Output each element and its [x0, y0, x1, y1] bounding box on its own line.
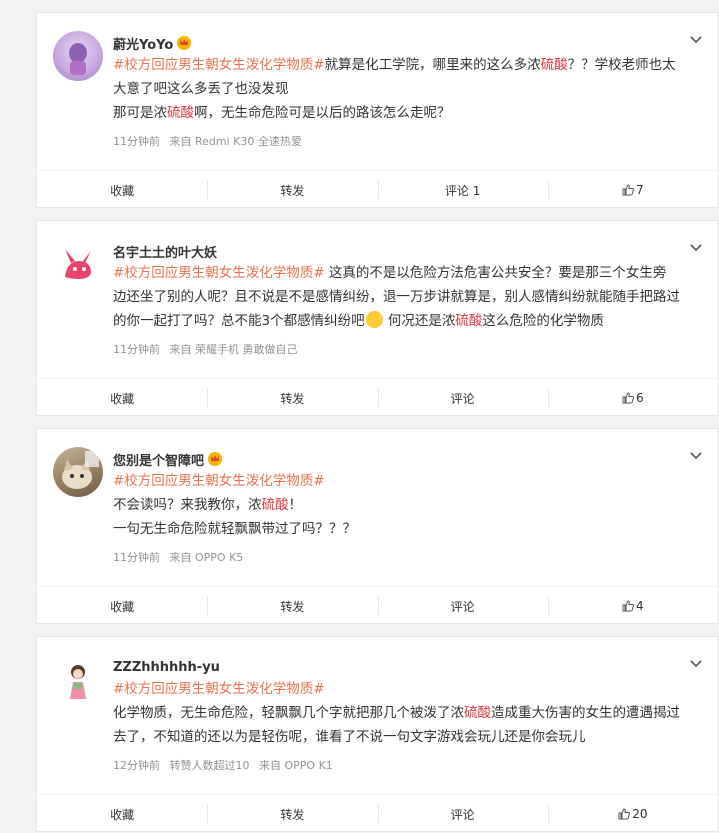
topic-hashtag[interactable]: #校方回应男生朝女生泼化学物质# [113, 469, 704, 493]
avatar-cat-icon [62, 451, 99, 489]
thumbs-up-icon [622, 392, 635, 404]
action-bar: 收藏 转发 评论 6 [37, 378, 718, 417]
action-bar: 收藏 转发 评论 20 [37, 794, 718, 833]
repost-button[interactable]: 转发 [207, 379, 377, 417]
source-label: 来自 荣耀手机 勇敢做自己 [169, 343, 298, 356]
repost-button[interactable]: 转发 [207, 587, 377, 625]
comment-text: #校方回应男生朝女生泼化学物质# 化学物质，无生命危险，轻飘飘几个字就把那几个被… [113, 677, 704, 749]
thumbs-up-icon [618, 808, 631, 820]
chevron-down-icon[interactable] [688, 33, 704, 49]
source-label: 来自 OPPO K1 [259, 759, 333, 772]
comment-card: ZZZhhhhhh-yu #校方回应男生朝女生泼化学物质# 化学物质，无生命危险… [36, 636, 719, 832]
keyword-highlight[interactable]: 硫酸 [262, 497, 289, 513]
like-count: 6 [636, 391, 644, 405]
text-segment: 那可是浓 [113, 105, 167, 121]
source-label: 来自 Redmi K30 全速热爱 [169, 135, 302, 148]
keyword-highlight[interactable]: 硫酸 [464, 705, 491, 721]
avatar[interactable] [53, 239, 103, 289]
action-bar: 收藏 转发 评论 4 [37, 586, 718, 625]
username-row: 名宇土土的叶大妖 [113, 241, 217, 261]
collect-button[interactable]: 收藏 [37, 587, 207, 625]
text-segment: 啊，无生命危险可是以后的路该怎么走呢？ [194, 105, 451, 121]
repost-button[interactable]: 转发 [207, 171, 377, 209]
thumbs-up-icon [622, 184, 635, 196]
action-bar: 收藏 转发 评论 1 7 [37, 170, 718, 209]
timestamp[interactable]: 12分钟前 [113, 759, 160, 772]
timestamp[interactable]: 11分钟前 [113, 343, 160, 356]
chevron-down-icon[interactable] [688, 449, 704, 465]
username[interactable]: ZZZhhhhhh-yu [113, 660, 220, 675]
like-button[interactable]: 4 [547, 587, 718, 625]
text-line: 大意了吧这么多丢了也没发现 [113, 81, 289, 97]
avatar-figure-icon [69, 43, 87, 75]
keyword-highlight[interactable]: 硫酸 [455, 313, 482, 329]
chevron-down-icon[interactable] [688, 241, 704, 257]
comment-text: #校方回应男生朝女生泼化学物质#就算是化工学院，哪里来的这么多浓硫酸？？学校老师… [113, 53, 704, 125]
avatar-pink-creature-icon [65, 249, 91, 279]
username[interactable]: 您别是个智障吧 [113, 450, 204, 469]
source-label: 来自 OPPO K5 [169, 551, 244, 564]
comment-button[interactable]: 评论 [377, 587, 548, 625]
repost-button[interactable]: 转发 [207, 795, 377, 833]
like-count: 7 [636, 183, 644, 197]
username[interactable]: 名宇土土的叶大妖 [113, 242, 217, 261]
collect-button[interactable]: 收藏 [37, 379, 207, 417]
like-count: 20 [632, 807, 648, 821]
keyword-highlight[interactable]: 硫酸 [167, 105, 194, 121]
comment-card: 名宇土土的叶大妖 #校方回应男生朝女生泼化学物质# 这真的不是以危险方法危害公共… [36, 220, 719, 416]
avatar[interactable] [53, 447, 103, 497]
text-segment: 的你一起打了吗？总不能3个都感情纠纷吧 [113, 313, 365, 329]
keyword-highlight[interactable]: 硫酸 [541, 57, 568, 73]
text-segment: 就算是化工学院，哪里来的这么多浓 [324, 57, 541, 73]
comment-button[interactable]: 评论 [377, 795, 548, 833]
crown-badge-icon [208, 452, 223, 466]
comment-meta: 11分钟前 来自 荣耀手机 勇敢做自己 [113, 341, 304, 357]
text-segment: 不会读吗？来我教你，浓 [113, 497, 262, 513]
comment-card: 蔚光YoYo #校方回应男生朝女生泼化学物质#就算是化工学院，哪里来的这么多浓硫… [36, 12, 719, 208]
timestamp[interactable]: 11分钟前 [113, 551, 160, 564]
collect-button[interactable]: 收藏 [37, 171, 207, 209]
like-button[interactable]: 6 [547, 379, 718, 417]
comment-text: #校方回应男生朝女生泼化学物质# 这真的不是以危险方法危害公共安全？要是那三个女… [113, 261, 704, 333]
comment-meta: 11分钟前 来自 Redmi K30 全速热爱 [113, 133, 308, 149]
like-count: 4 [636, 599, 644, 613]
username-row: 蔚光YoYo [113, 33, 192, 53]
text-line: 一句无生命危险就轻飘飘带过了吗？？？ [113, 521, 356, 537]
text-segment: 何况还是浓 [383, 313, 456, 329]
crown-badge-icon [177, 36, 192, 50]
comment-text: #校方回应男生朝女生泼化学物质# 不会读吗？来我教你，浓硫酸！ 一句无生命危险就… [113, 469, 704, 541]
collect-button[interactable]: 收藏 [37, 795, 207, 833]
text-line: 边还坐了别的人呢？且不说是不是感情纠纷，退一万步讲就算是，别人感情纠纷就能随手把… [113, 289, 680, 305]
text-segment: ！ [288, 497, 303, 513]
text-segment: 化学物质，无生命危险，轻飘飘几个字就把那几个被泼了浓 [113, 705, 464, 721]
timestamp[interactable]: 11分钟前 [113, 135, 160, 148]
text-line: 去了，不知道的还以为是轻伤呢，谁看了不说一句文字游戏会玩儿还是你会玩儿 [113, 729, 586, 745]
repost-count-note: 转赞人数超过10 [169, 759, 250, 772]
text-segment: 这么危险的化学物质 [482, 313, 604, 329]
avatar[interactable] [53, 31, 103, 81]
comment-meta: 12分钟前 转赞人数超过10 来自 OPPO K1 [113, 757, 339, 773]
chevron-down-icon[interactable] [688, 657, 704, 673]
username[interactable]: 蔚光YoYo [113, 34, 173, 53]
text-segment: 造成重大伤害的女生的遭遇揭过 [491, 705, 680, 721]
username-row: ZZZhhhhhh-yu [113, 657, 220, 677]
avatar-girl-icon [70, 665, 86, 699]
like-button[interactable]: 20 [547, 795, 718, 833]
thumbs-up-icon [622, 600, 635, 612]
comment-meta: 11分钟前 来自 OPPO K5 [113, 549, 249, 565]
sweat-emoji-icon [365, 311, 383, 328]
topic-hashtag[interactable]: #校方回应男生朝女生泼化学物质# [113, 677, 704, 701]
topic-hashtag[interactable]: #校方回应男生朝女生泼化学物质# [113, 265, 325, 281]
comment-card: 您别是个智障吧 #校方回应男生朝女生泼化学物质# 不会读吗？来我教你，浓硫酸！ … [36, 428, 719, 624]
avatar[interactable] [53, 655, 103, 705]
comment-button[interactable]: 评论 1 [377, 171, 548, 209]
topic-hashtag[interactable]: #校方回应男生朝女生泼化学物质# [113, 57, 325, 73]
like-button[interactable]: 7 [547, 171, 718, 209]
text-segment: 这真的不是以危险方法危害公共安全？要是那三个女生旁 [324, 265, 667, 281]
text-segment: ？？学校老师也太 [567, 57, 676, 73]
username-row: 您别是个智障吧 [113, 449, 223, 469]
comment-button[interactable]: 评论 [377, 379, 548, 417]
